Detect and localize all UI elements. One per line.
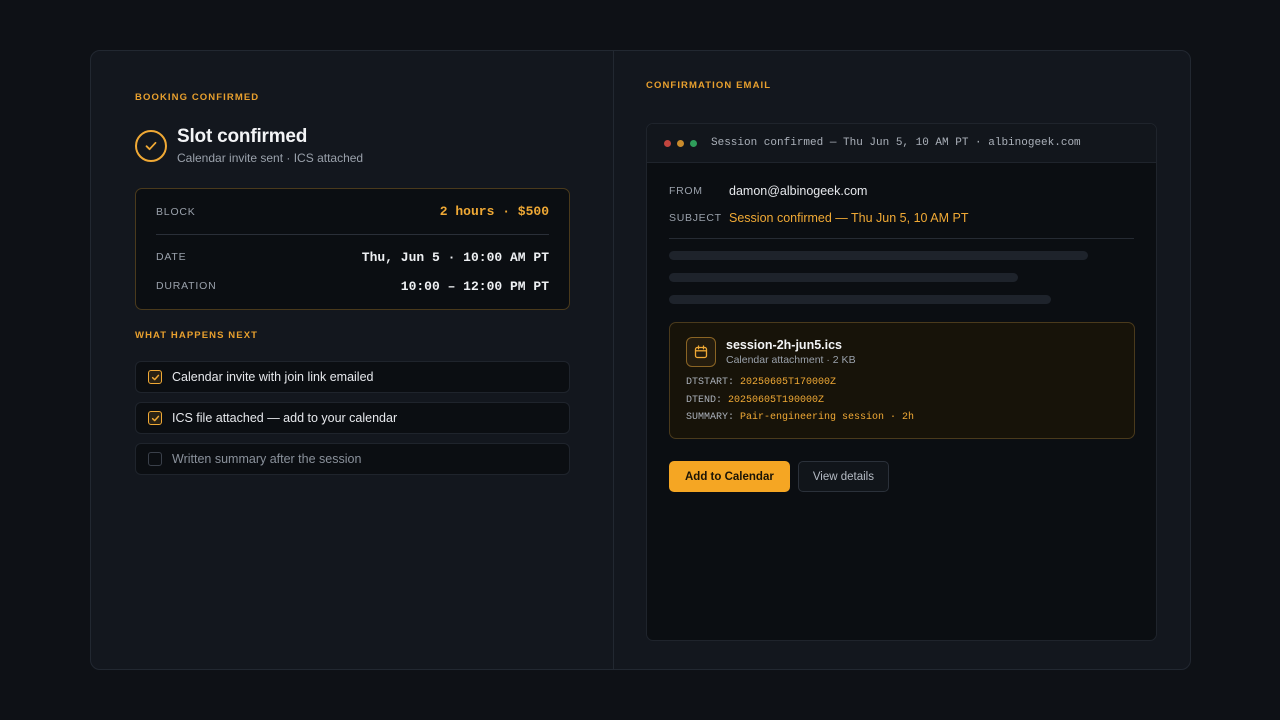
step-label: Calendar invite with join link emailed	[172, 370, 374, 384]
email-eyebrow: CONFIRMATION EMAIL	[646, 80, 772, 91]
detail-row-block: BLOCK 2 hours · $500	[156, 189, 549, 235]
email-panel: CONFIRMATION EMAIL Session confirmed — T…	[614, 51, 1190, 669]
checkbox-unchecked	[148, 452, 162, 466]
booking-panel: BOOKING CONFIRMED Slot confirmed Calenda…	[91, 51, 614, 669]
subject-label: SUBJECT	[669, 212, 722, 224]
ics-line: SUMMARY: Pair-engineering session · 2h	[686, 409, 1118, 427]
view-details-button[interactable]: View details	[797, 461, 889, 492]
check-icon	[151, 415, 159, 421]
page-subtitle: Calendar invite sent · ICS attached	[177, 151, 364, 165]
ics-value: 20250605T170000Z	[740, 377, 837, 388]
ics-value: 20250605T190000Z	[728, 394, 825, 406]
from-label: FROM	[669, 185, 703, 197]
ics-key: DTEND:	[686, 394, 723, 406]
step-label: ICS file attached — add to your calendar	[172, 411, 398, 425]
step-label: Written summary after the session	[172, 452, 362, 466]
booking-card: BOOKING CONFIRMED Slot confirmed Calenda…	[90, 50, 1191, 670]
detail-row-date: DATE Thu, Jun 5 · 10:00 AM PT	[156, 235, 549, 273]
checkbox-checked	[148, 411, 162, 425]
email-divider	[669, 238, 1134, 239]
body-placeholder-line	[669, 251, 1088, 260]
ics-line: DTSTART: 20250605T170000Z	[686, 374, 1118, 392]
booking-details: BLOCK 2 hours · $500 DATE Thu, Jun 5 · 1…	[135, 188, 570, 310]
ics-line: DTEND: 20250605T190000Z	[686, 392, 1118, 410]
from-value: damon@albinogeek.com	[729, 184, 868, 198]
detail-value: Thu, Jun 5 · 10:00 AM PT	[361, 249, 549, 265]
detail-label: BLOCK	[156, 205, 196, 218]
check-circle-icon	[135, 129, 167, 162]
ics-attachment[interactable]: session-2h-jun5.ics Calendar attachment …	[669, 322, 1135, 439]
attachment-meta: Calendar attachment · 2 KB	[726, 354, 856, 366]
check-icon	[151, 374, 159, 380]
ics-key: DTSTART:	[686, 377, 735, 388]
email-body: FROM damon@albinogeek.com SUBJECT Sessio…	[647, 183, 1156, 492]
subject-value: Session confirmed — Thu Jun 5, 10 AM PT	[729, 211, 969, 225]
body-placeholder-line	[669, 295, 1051, 304]
checkbox-checked	[148, 370, 162, 384]
calendar-icon	[686, 337, 716, 367]
list-item: Written summary after the session	[135, 443, 570, 475]
detail-value: 2 hours · $500	[439, 204, 549, 219]
email-actions: Add to Calendar View details	[669, 461, 1134, 492]
email-subject-row: SUBJECT Session confirmed — Thu Jun 5, 1…	[669, 210, 1134, 226]
detail-label: DURATION	[156, 280, 217, 292]
ics-contents: DTSTART: 20250605T170000Z DTEND: 2025060…	[686, 374, 1118, 427]
email-preview: Session confirmed — Thu Jun 5, 10 AM PT …	[646, 123, 1157, 641]
email-window-title: Session confirmed — Thu Jun 5, 10 AM PT …	[711, 137, 1081, 149]
ics-value: Pair-engineering session · 2h	[740, 412, 915, 423]
detail-row-duration: DURATION 10:00 – 12:00 PM PT	[156, 273, 549, 299]
add-to-calendar-button[interactable]: Add to Calendar	[669, 461, 790, 492]
email-from-row: FROM damon@albinogeek.com	[669, 183, 1134, 199]
list-item: Calendar invite with join link emailed	[135, 361, 570, 393]
attachment-filename: session-2h-jun5.ics	[726, 338, 843, 352]
next-steps-title: WHAT HAPPENS NEXT	[135, 330, 259, 341]
booking-eyebrow: BOOKING CONFIRMED	[135, 92, 260, 103]
list-item: ICS file attached — add to your calendar	[135, 402, 570, 434]
window-close-dot	[664, 139, 671, 147]
booking-header: Slot confirmed Calendar invite sent · IC…	[135, 126, 363, 165]
detail-label: DATE	[156, 251, 187, 263]
window-maximize-dot	[690, 139, 697, 147]
ics-key: SUMMARY:	[686, 412, 735, 423]
body-placeholder-line	[669, 273, 1018, 282]
window-minimize-dot	[677, 139, 684, 147]
next-steps-list: Calendar invite with join link emailed I…	[135, 361, 570, 484]
email-window-bar: Session confirmed — Thu Jun 5, 10 AM PT …	[647, 124, 1156, 163]
detail-value: 10:00 – 12:00 PM PT	[400, 278, 549, 294]
page-title: Slot confirmed	[177, 126, 308, 147]
